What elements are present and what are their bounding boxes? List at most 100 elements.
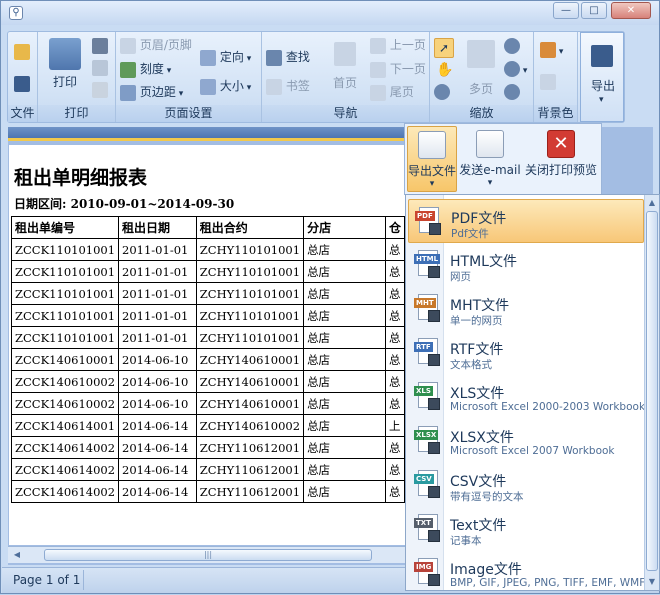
scroll-left-arrow[interactable]: ◀ (10, 549, 24, 561)
close-preview-button[interactable]: ✕ 关闭打印预览 (523, 126, 599, 192)
table-cell: ZCHY110101001 (195, 282, 305, 305)
scroll-down-arrow[interactable]: ▼ (646, 576, 658, 588)
table-cell: 2011-01-01 (118, 238, 197, 261)
img-file-icon: IMG (414, 558, 442, 588)
magnifier-tool[interactable] (434, 84, 450, 100)
export-strip: 导出文件 ▾ 发送e-mail ▾ ✕ 关闭打印预览 (404, 123, 602, 195)
table-cell: 总店 (303, 238, 386, 261)
next-page-button[interactable]: 下一页 (370, 58, 426, 80)
export-button[interactable] (591, 45, 613, 67)
table-cell: 总 (384, 458, 406, 481)
watermark-icon (540, 74, 556, 90)
table-cell: 总 (384, 370, 406, 393)
export-menu-item-img[interactable]: IMG Image文件 BMP, GIF, JPEG, PNG, TIFF, EMF… (408, 551, 645, 595)
menu-item-subtitle: Pdf文件 (451, 228, 489, 240)
open-button[interactable] (14, 44, 30, 60)
multi-page-button[interactable]: 多页 (464, 40, 498, 97)
export-format-menu: PDF PDF文件 Pdf文件 HTML HTML文件 网页 MHT MHT文件 单一的网页 RT… (405, 194, 660, 591)
paper-size-icon (200, 78, 216, 95)
column-header: 分店 (303, 216, 386, 239)
horizontal-scroll-thumb[interactable]: ||| (44, 549, 372, 561)
maximize-button[interactable]: □ (581, 2, 607, 19)
table-cell: 2011-01-01 (118, 326, 197, 349)
zoom-out-button[interactable] (504, 38, 520, 54)
table-cell: 2014-06-14 (118, 436, 197, 459)
export-menu-item-html[interactable]: HTML HTML文件 网页 (408, 243, 644, 287)
menu-item-subtitle: Microsoft Excel 2000-2003 Workbook (450, 401, 646, 413)
column-header: 仓 (384, 216, 406, 239)
export-menu-item-xlsx[interactable]: XLSX XLSX文件 Microsoft Excel 2007 Workbook (408, 419, 644, 463)
hand-tool[interactable]: ✋ (436, 62, 453, 78)
page-setup-group-label: 页面设置 (116, 105, 261, 122)
paint-bucket-icon (540, 42, 556, 58)
first-page-button[interactable]: 首页 (328, 42, 362, 91)
next-page-label: 下一页 (389, 62, 426, 76)
table-cell: ZCHY110612001 (195, 458, 305, 481)
table-row: ZCCK140614002 2014-06-14 ZCHY110612001 总店总 (10, 480, 406, 503)
print-options-button[interactable] (92, 60, 108, 76)
margins-button[interactable]: 页边距 (120, 81, 183, 103)
column-header: 租出日期 (118, 216, 197, 239)
zoom-in-button[interactable] (504, 84, 520, 100)
page-color-button[interactable] (540, 42, 563, 58)
size-button[interactable]: 大小 (200, 75, 251, 97)
file-group-label: 文件 (8, 105, 37, 122)
zoom-dropdown[interactable] (504, 61, 527, 77)
report-page: 租出单明细报表 日期区间: 2010-09-01~2014-09-30 租出单编… (9, 145, 406, 545)
table-cell: 总店 (303, 480, 386, 503)
scroll-up-arrow[interactable]: ▲ (646, 197, 658, 209)
prev-page-button[interactable]: 上一页 (370, 34, 426, 56)
pointer-tool[interactable]: ➚ (434, 38, 454, 58)
export-menu-item-pdf[interactable]: PDF PDF文件 Pdf文件 (408, 199, 644, 243)
close-button[interactable]: ✕ (611, 2, 651, 19)
horizontal-scrollbar[interactable]: ◀ ||| (8, 546, 408, 563)
page-indicator: Page 1 of 1 (8, 570, 84, 590)
menu-item-title: Image文件 (450, 562, 522, 578)
table-header-row: 租出单编号 租出日期 租出合约 分店仓 (10, 216, 406, 239)
last-page-button[interactable]: 尾页 (370, 81, 414, 103)
csv-file-icon: CSV (414, 470, 442, 500)
watermark-button[interactable] (540, 74, 556, 90)
scale-button[interactable]: 刻度 (120, 58, 171, 80)
report-title: 租出单明细报表 (14, 167, 148, 189)
table-cell: 总 (384, 238, 406, 261)
parameters-button[interactable] (92, 82, 108, 98)
table-cell: 总 (384, 304, 406, 327)
table-body: ZCCK110101001 2011-01-01 ZCHY110101001 总店总 Z… (10, 238, 406, 503)
table-cell: 总店 (303, 436, 386, 459)
title-bar: ⚲ — □ ✕ (1, 1, 659, 25)
save-button[interactable] (14, 76, 30, 92)
export-menu-item-xls[interactable]: XLS XLS文件 Microsoft Excel 2000-2003 Workbo… (408, 375, 646, 419)
table-cell: 总 (384, 348, 406, 371)
export-menu-item-rtf[interactable]: RTF RTF文件 文本格式 (408, 331, 644, 375)
export-group[interactable]: 导出 ▾ (580, 32, 624, 122)
zoom-in-icon (504, 84, 520, 100)
export-file-button[interactable]: 导出文件 ▾ (407, 126, 457, 192)
menu-item-title: HTML文件 (450, 254, 517, 270)
send-email-button[interactable]: 发送e-mail ▾ (459, 126, 521, 192)
app-icon[interactable]: ⚲ (9, 6, 23, 20)
table-cell: ZCCK140614002 (10, 436, 120, 459)
export-menu-item-txt[interactable]: TXT Text文件 记事本 (408, 507, 644, 551)
quick-print-button[interactable] (92, 38, 108, 54)
orientation-button[interactable]: 定向 (200, 46, 251, 68)
menu-item-title: CSV文件 (450, 474, 507, 490)
table-cell: ZCCK110101001 (10, 282, 120, 305)
export-menu-item-mht[interactable]: MHT MHT文件 单一的网页 (408, 287, 644, 331)
menu-item-subtitle: 记事本 (450, 535, 482, 547)
menu-scroll-thumb[interactable] (646, 211, 658, 571)
minimize-button[interactable]: — (553, 2, 579, 19)
bookmarks-button[interactable]: 书签 (266, 75, 310, 97)
table-row: ZCCK140614002 2014-06-14 ZCHY110612001 总店总 (10, 458, 406, 481)
print-button[interactable]: 打印 (44, 38, 86, 90)
export-menu-item-csv[interactable]: CSV CSV文件 带有逗号的文本 (408, 463, 644, 507)
header-footer-button[interactable]: 页眉/页脚 (120, 34, 192, 56)
table-cell: ZCCK140614001 (10, 414, 120, 437)
rtf-file-icon: RTF (414, 338, 442, 368)
date-range: 日期区间: 2010-09-01~2014-09-30 (14, 197, 235, 211)
table-row: ZCCK140614001 2014-06-14 ZCHY140610002 总店上 (10, 414, 406, 437)
find-button[interactable]: 查找 (266, 46, 310, 68)
header-footer-label: 页眉/页脚 (139, 38, 192, 52)
menu-item-title: PDF文件 (451, 211, 507, 227)
menu-scrollbar[interactable]: ▲ ▼ (644, 195, 659, 590)
